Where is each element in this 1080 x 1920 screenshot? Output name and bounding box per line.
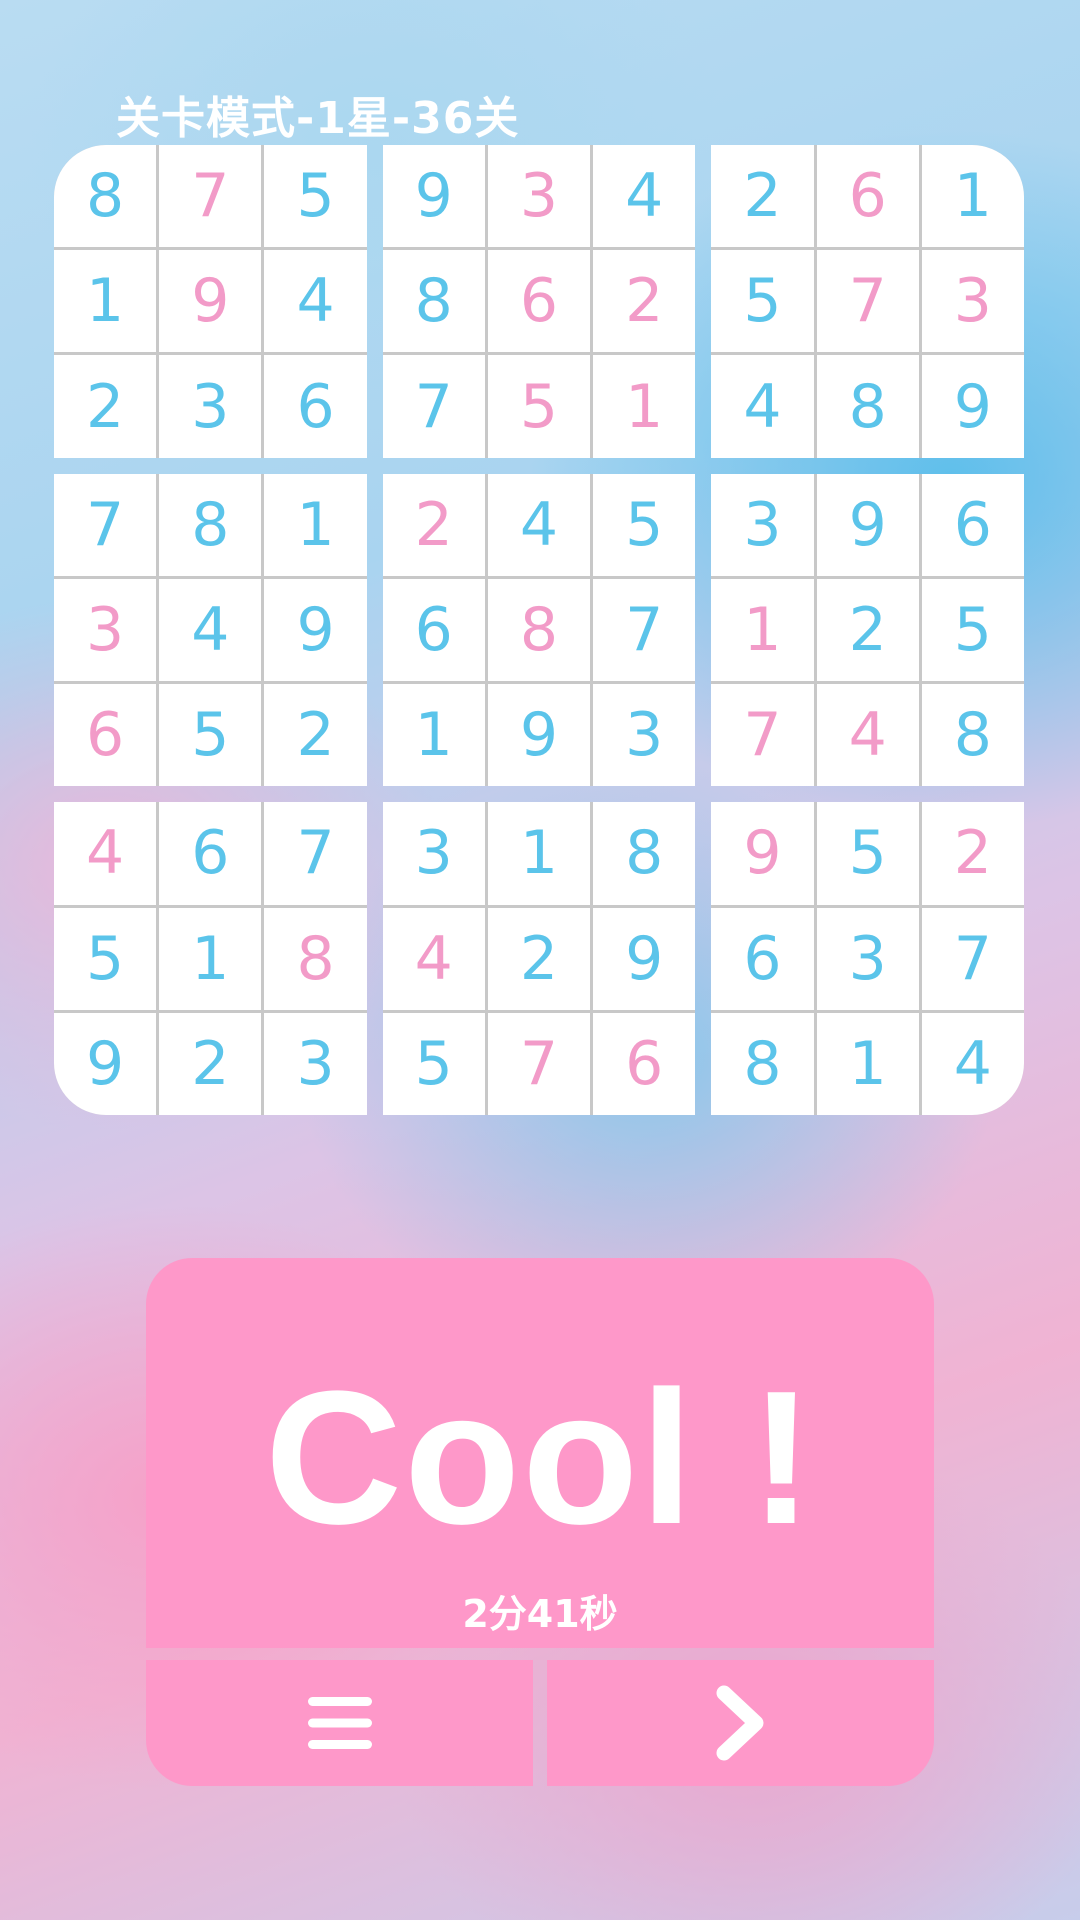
- sudoku-cell[interactable]: 2: [593, 250, 696, 353]
- sudoku-cell[interactable]: 8: [711, 1012, 814, 1115]
- result-panel: Cool ! 2分41秒: [146, 1258, 934, 1648]
- sudoku-cell[interactable]: 1: [264, 473, 367, 576]
- level-title: 关卡模式-1星-36关: [116, 93, 520, 144]
- sudoku-cell[interactable]: 4: [264, 250, 367, 353]
- sudoku-cell[interactable]: 6: [54, 684, 157, 787]
- sudoku-box: 934 862 751: [382, 145, 696, 458]
- sudoku-cell[interactable]: 4: [54, 802, 157, 905]
- sudoku-cell[interactable]: 5: [711, 250, 814, 353]
- sudoku-cell[interactable]: 4: [593, 145, 696, 248]
- sudoku-cell[interactable]: 5: [264, 145, 367, 248]
- sudoku-cell[interactable]: 9: [487, 684, 591, 787]
- result-message: Cool !: [264, 1352, 816, 1564]
- sudoku-box: 781 349 652: [54, 473, 367, 787]
- sudoku-board: 8751942369348627512615734897813496522456…: [54, 145, 1024, 1115]
- sudoku-cell[interactable]: 6: [921, 473, 1024, 576]
- sudoku-cell[interactable]: 3: [711, 473, 814, 576]
- sudoku-cell[interactable]: 7: [54, 473, 157, 576]
- sudoku-cell[interactable]: 2: [487, 907, 591, 1010]
- sudoku-cell[interactable]: 5: [921, 578, 1024, 682]
- sudoku-cell[interactable]: 4: [382, 907, 485, 1010]
- sudoku-cell[interactable]: 1: [711, 578, 814, 682]
- sudoku-box: 396 125 748: [711, 473, 1024, 787]
- sudoku-cell[interactable]: 6: [487, 250, 591, 353]
- sudoku-cell[interactable]: 6: [711, 907, 814, 1010]
- sudoku-cell[interactable]: 9: [593, 907, 696, 1010]
- sudoku-box: 952 637 814: [711, 802, 1024, 1115]
- sudoku-cell[interactable]: 4: [921, 1012, 1024, 1115]
- sudoku-cell[interactable]: 2: [54, 355, 157, 458]
- next-level-button[interactable]: [547, 1660, 934, 1786]
- sudoku-cell[interactable]: 1: [816, 1012, 919, 1115]
- sudoku-cell[interactable]: 7: [921, 907, 1024, 1010]
- chevron-right-icon: [716, 1685, 763, 1761]
- sudoku-cell[interactable]: 6: [264, 355, 367, 458]
- sudoku-cell[interactable]: 7: [816, 250, 919, 353]
- sudoku-cell[interactable]: 5: [593, 473, 696, 576]
- sudoku-cell[interactable]: 2: [921, 802, 1024, 905]
- sudoku-cell[interactable]: 3: [487, 145, 591, 248]
- sudoku-cell[interactable]: 9: [264, 578, 367, 682]
- sudoku-box: 467 518 923: [54, 802, 367, 1115]
- sudoku-cell[interactable]: 2: [382, 473, 485, 576]
- sudoku-cell[interactable]: 4: [487, 473, 591, 576]
- sudoku-cell[interactable]: 6: [159, 802, 262, 905]
- sudoku-cell[interactable]: 8: [159, 473, 262, 576]
- sudoku-cell[interactable]: 8: [921, 684, 1024, 787]
- sudoku-cell[interactable]: 8: [54, 145, 157, 248]
- sudoku-cell[interactable]: 3: [816, 907, 919, 1010]
- sudoku-cell[interactable]: 3: [264, 1012, 367, 1115]
- sudoku-cell[interactable]: 9: [816, 473, 919, 576]
- sudoku-cell[interactable]: 6: [382, 578, 485, 682]
- sudoku-cell[interactable]: 3: [382, 802, 485, 905]
- sudoku-cell[interactable]: 7: [711, 684, 814, 787]
- sudoku-cell[interactable]: 8: [382, 250, 485, 353]
- sudoku-cell[interactable]: 4: [159, 578, 262, 682]
- sudoku-cell[interactable]: 2: [159, 1012, 262, 1115]
- sudoku-cell[interactable]: 2: [711, 145, 814, 248]
- sudoku-cell[interactable]: 7: [264, 802, 367, 905]
- sudoku-cell[interactable]: 1: [593, 355, 696, 458]
- sudoku-cell[interactable]: 9: [159, 250, 262, 353]
- sudoku-cell[interactable]: 6: [816, 145, 919, 248]
- sudoku-box: 318 429 576: [382, 802, 696, 1115]
- sudoku-cell[interactable]: 2: [264, 684, 367, 787]
- sudoku-cell[interactable]: 5: [487, 355, 591, 458]
- sudoku-cell[interactable]: 1: [382, 684, 485, 787]
- elapsed-time: 2分41秒: [462, 1592, 618, 1636]
- sudoku-cell[interactable]: 4: [816, 684, 919, 787]
- sudoku-cell[interactable]: 5: [816, 802, 919, 905]
- sudoku-box: 875 194 236: [54, 145, 367, 458]
- sudoku-cell[interactable]: 8: [593, 802, 696, 905]
- sudoku-cell[interactable]: 8: [264, 907, 367, 1010]
- sudoku-cell[interactable]: 7: [159, 145, 262, 248]
- sudoku-cell[interactable]: 9: [711, 802, 814, 905]
- sudoku-cell[interactable]: 7: [593, 578, 696, 682]
- sudoku-cell[interactable]: 3: [159, 355, 262, 458]
- sudoku-cell[interactable]: 5: [54, 907, 157, 1010]
- sudoku-cell[interactable]: 1: [159, 907, 262, 1010]
- sudoku-cell[interactable]: 2: [816, 578, 919, 682]
- menu-button[interactable]: [146, 1660, 533, 1786]
- sudoku-cell[interactable]: 1: [54, 250, 157, 353]
- sudoku-cell[interactable]: 7: [382, 355, 485, 458]
- sudoku-cell[interactable]: 5: [159, 684, 262, 787]
- menu-icon: [307, 1697, 372, 1749]
- sudoku-cell[interactable]: 5: [382, 1012, 485, 1115]
- sudoku-cell[interactable]: 7: [487, 1012, 591, 1115]
- sudoku-cell[interactable]: 8: [816, 355, 919, 458]
- sudoku-cell[interactable]: 8: [487, 578, 591, 682]
- sudoku-cell[interactable]: 6: [593, 1012, 696, 1115]
- sudoku-cell[interactable]: 9: [921, 355, 1024, 458]
- sudoku-cell[interactable]: 1: [921, 145, 1024, 248]
- sudoku-cell[interactable]: 9: [382, 145, 485, 248]
- sudoku-cell[interactable]: 3: [921, 250, 1024, 353]
- sudoku-box: 245 687 193: [382, 473, 696, 787]
- sudoku-cell[interactable]: 1: [487, 802, 591, 905]
- sudoku-cell[interactable]: 4: [711, 355, 814, 458]
- sudoku-cell[interactable]: 3: [593, 684, 696, 787]
- sudoku-box: 261 573 489: [711, 145, 1024, 458]
- sudoku-cell[interactable]: 3: [54, 578, 157, 682]
- sudoku-cell[interactable]: 9: [54, 1012, 157, 1115]
